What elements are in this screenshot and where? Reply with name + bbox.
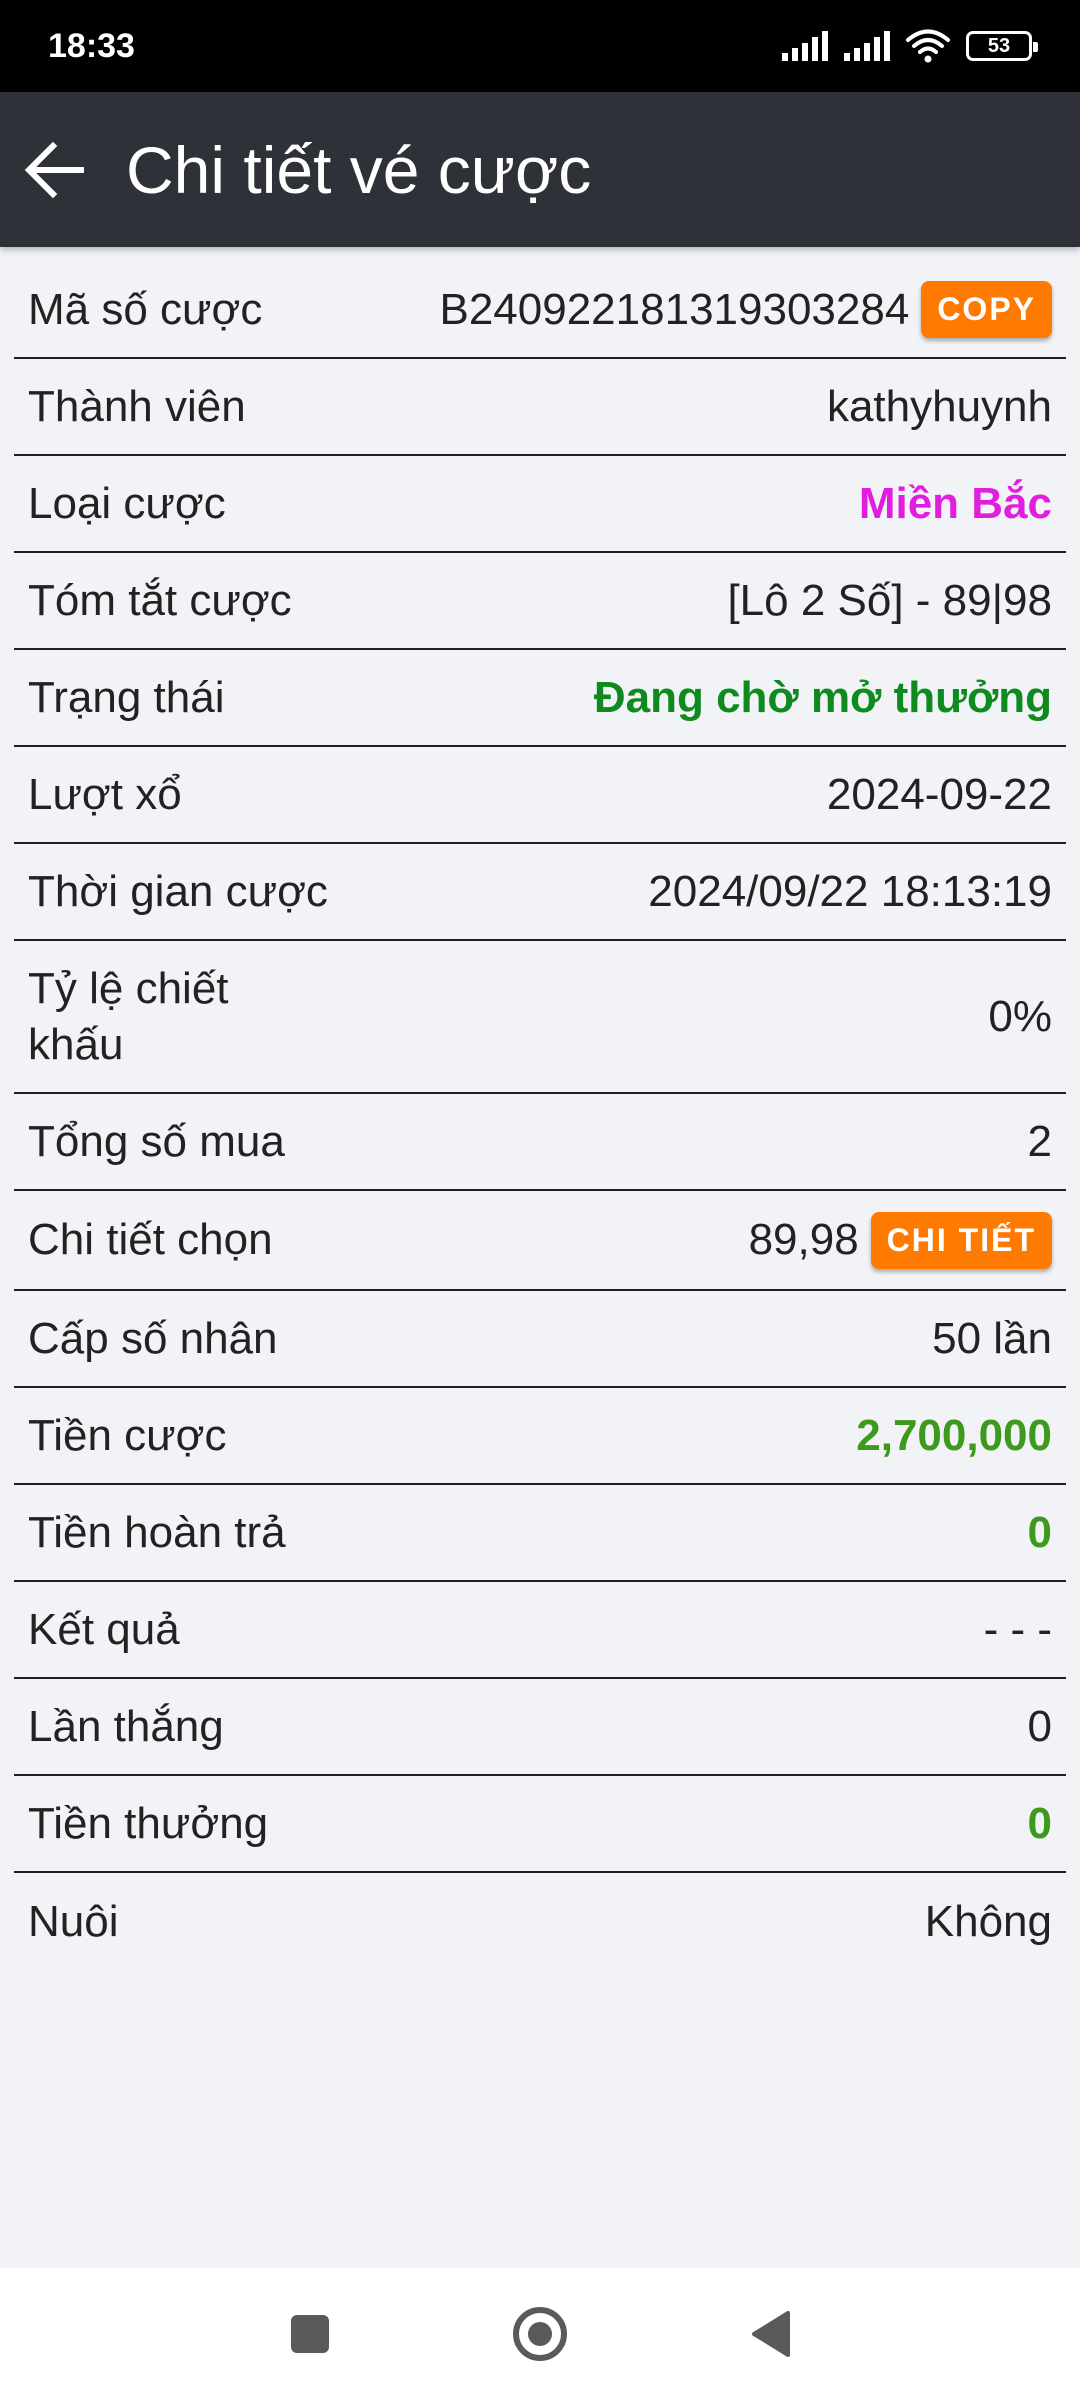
detail-button[interactable]: CHI TIẾT	[870, 1211, 1052, 1269]
row-summary: Tóm tắt cược [Lô 2 Số] - 89|98	[14, 553, 1066, 650]
wins-value: 0	[1027, 1701, 1052, 1751]
copy-button[interactable]: COPY	[921, 281, 1052, 338]
multiplier-label: Cấp số nhân	[28, 1313, 278, 1363]
stake-value: 2,700,000	[856, 1410, 1052, 1460]
bet-type-value: Miền Bắc	[858, 478, 1052, 528]
recents-square-icon	[291, 2315, 329, 2353]
home-button[interactable]	[505, 2299, 575, 2369]
prize-value: 0	[1027, 1798, 1052, 1848]
status-time: 18:33	[48, 26, 135, 65]
discount-value: 0%	[988, 991, 1052, 1041]
result-value: - - -	[983, 1604, 1052, 1654]
selection-label: Chi tiết chọn	[28, 1215, 273, 1264]
prize-label: Tiền thưởng	[28, 1798, 269, 1848]
row-wins: Lần thắng 0	[14, 1679, 1066, 1776]
refund-label: Tiền hoàn trả	[28, 1507, 286, 1557]
back-button[interactable]	[10, 120, 100, 220]
page-title: Chi tiết vé cược	[126, 132, 592, 207]
stake-label: Tiền cược	[28, 1410, 227, 1460]
back-triangle-icon	[752, 2311, 790, 2357]
member-label: Thành viên	[28, 381, 246, 431]
row-member: Thành viên kathyhuynh	[14, 359, 1066, 456]
summary-label: Tóm tắt cược	[28, 575, 292, 625]
total-buy-label: Tổng số mua	[28, 1116, 285, 1166]
draw-label: Lượt xổ	[28, 769, 182, 819]
wins-label: Lần thắng	[28, 1701, 224, 1751]
member-value: kathyhuynh	[826, 381, 1052, 431]
arrow-left-icon	[24, 141, 84, 198]
signal-icon	[844, 31, 890, 61]
row-total-buy: Tổng số mua 2	[14, 1094, 1066, 1191]
ticket-id-value-group: B240922181319303284 COPY	[439, 281, 1052, 338]
status-value: Đang chờ mở thưởng	[593, 672, 1052, 722]
bet-type-label: Loại cược	[28, 478, 226, 528]
bet-time-value: 2024/09/22 18:13:19	[648, 866, 1052, 916]
nurture-value: Không	[924, 1896, 1052, 1946]
row-result: Kết quả - - -	[14, 1582, 1066, 1679]
signal-icon	[782, 31, 828, 61]
app-bar: Chi tiết vé cược	[0, 92, 1080, 247]
selection-value-group: 89,98 CHI TIẾT	[748, 1211, 1052, 1269]
row-bet-type: Loại cược Miền Bắc	[14, 456, 1066, 553]
discount-label: Tỷ lệ chiết khấu	[28, 963, 229, 1069]
row-status: Trạng thái Đang chờ mở thưởng	[14, 650, 1066, 747]
multiplier-value: 50 lần	[932, 1313, 1052, 1363]
status-icons: 53	[782, 29, 1038, 63]
row-nurture: Nuôi Không	[14, 1873, 1066, 1970]
row-discount: Tỷ lệ chiết khấu 0%	[14, 941, 1066, 1094]
row-draw: Lượt xổ 2024-09-22	[14, 747, 1066, 844]
refund-value: 0	[1027, 1507, 1052, 1557]
row-ticket-id: Mã số cược B240922181319303284 COPY	[14, 262, 1066, 359]
recents-button[interactable]	[275, 2299, 345, 2369]
row-selection: Chi tiết chọn 89,98 CHI TIẾT	[14, 1191, 1066, 1291]
selection-value: 89,98	[748, 1215, 859, 1264]
result-label: Kết quả	[28, 1604, 180, 1654]
nurture-label: Nuôi	[28, 1896, 119, 1946]
status-label: Trạng thái	[28, 672, 225, 722]
summary-value: [Lô 2 Số] - 89|98	[727, 575, 1052, 625]
system-nav-bar	[0, 2268, 1080, 2400]
bet-time-label: Thời gian cược	[28, 866, 328, 916]
wifi-icon	[906, 29, 950, 63]
ticket-id-label: Mã số cược	[28, 284, 263, 334]
total-buy-value: 2	[1027, 1116, 1052, 1166]
row-prize: Tiền thưởng 0	[14, 1776, 1066, 1873]
row-multiplier: Cấp số nhân 50 lần	[14, 1291, 1066, 1388]
bet-detail-list: Mã số cược B240922181319303284 COPY Thàn…	[14, 262, 1066, 1970]
battery-level: 53	[987, 34, 1011, 57]
row-bet-time: Thời gian cược 2024/09/22 18:13:19	[14, 844, 1066, 941]
home-circle-icon	[513, 2307, 567, 2361]
system-back-button[interactable]	[735, 2299, 805, 2369]
row-refund: Tiền hoàn trả 0	[14, 1485, 1066, 1582]
battery-icon: 53	[966, 31, 1038, 61]
row-stake: Tiền cược 2,700,000	[14, 1388, 1066, 1485]
status-bar: 18:33 53	[0, 0, 1080, 92]
draw-value: 2024-09-22	[826, 769, 1052, 819]
ticket-id-value: B240922181319303284	[439, 284, 910, 334]
